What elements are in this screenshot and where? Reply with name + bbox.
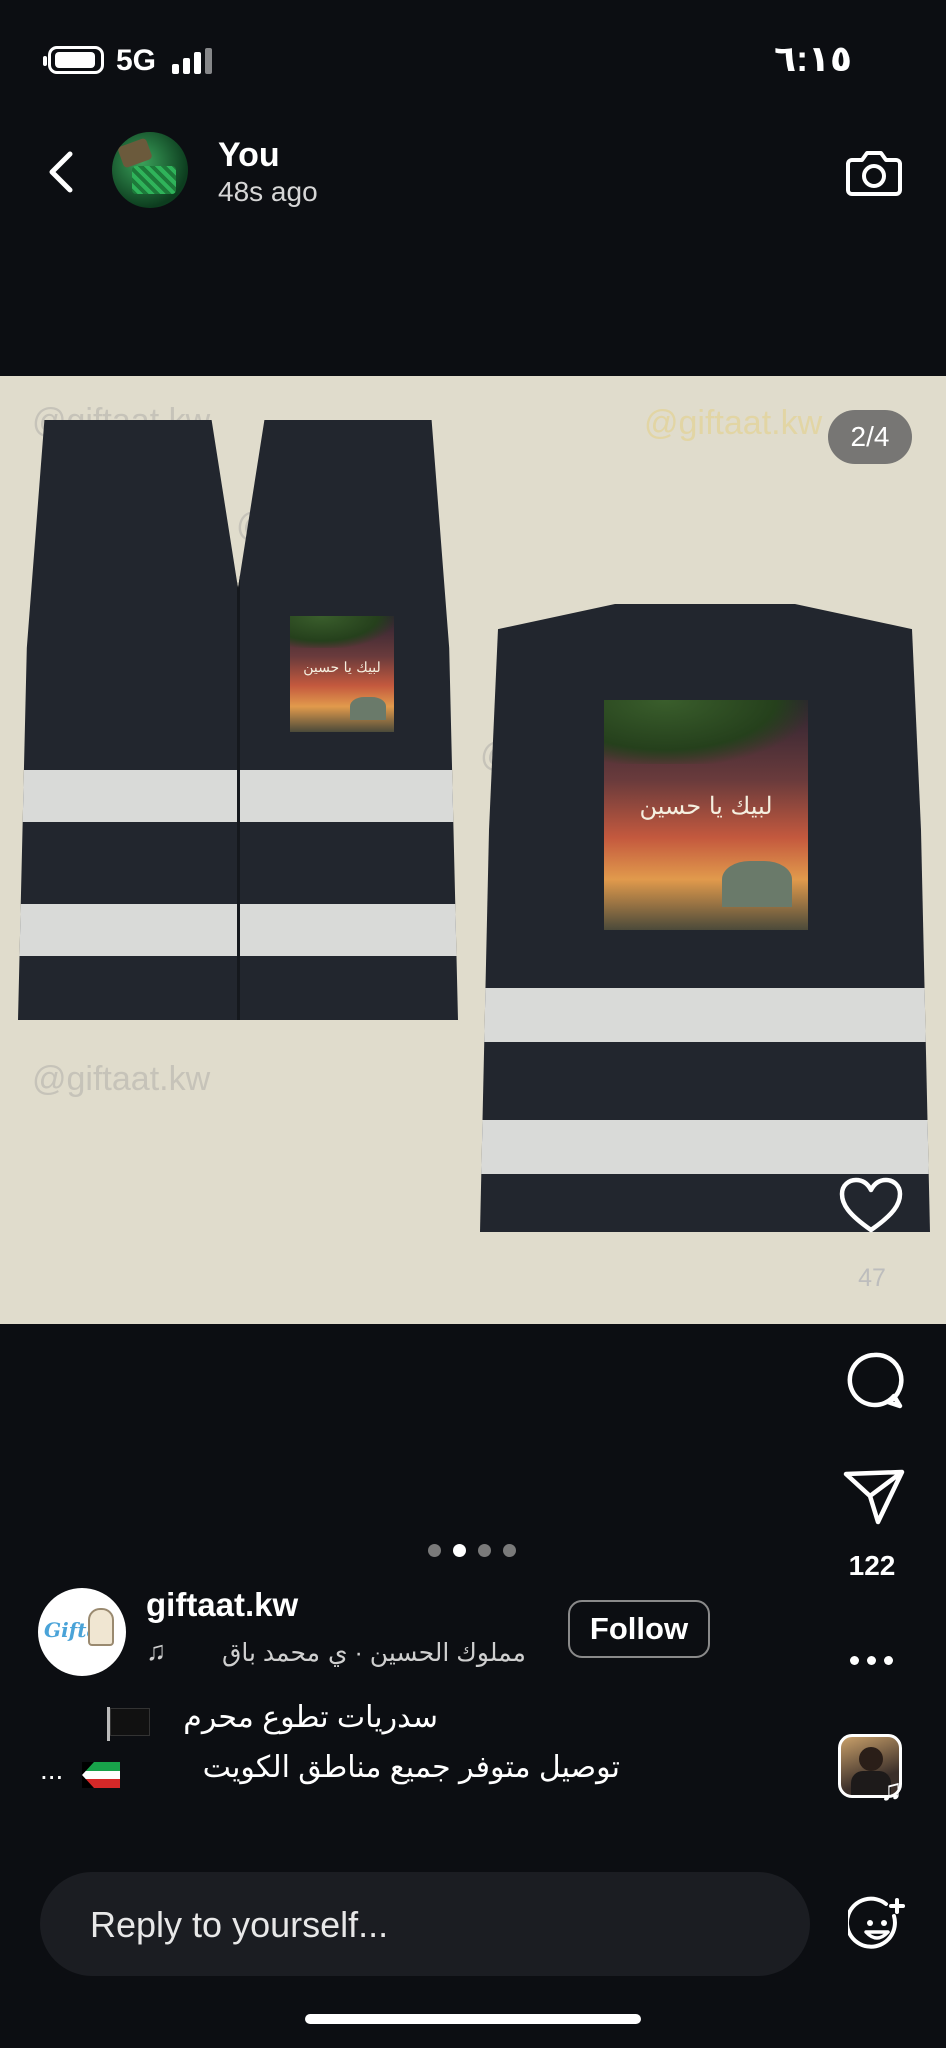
story-user-name[interactable]: You bbox=[218, 136, 280, 175]
add-reaction-icon[interactable] bbox=[848, 1896, 908, 1956]
story-time: 48s ago bbox=[218, 176, 318, 207]
audio-attribution[interactable]: ♫ محمد باق مملوك الحسين · ي bbox=[146, 1636, 546, 1670]
audio-title: مملوك الحسين · ي bbox=[328, 1639, 526, 1667]
page-counter: 2/4 bbox=[828, 410, 912, 464]
story-media[interactable]: @giftaat.kw @giftaat.kw @giftaat.kw @gif… bbox=[0, 376, 946, 1324]
share-count: 122 bbox=[848, 1550, 896, 1581]
music-note-icon: ♫ bbox=[880, 1774, 903, 1807]
follow-button[interactable]: Follow bbox=[568, 1600, 710, 1658]
back-icon[interactable] bbox=[42, 150, 82, 194]
vest-print-small: لبيك يا حسين bbox=[290, 616, 394, 732]
status-bar: 5G ٦:١٥ bbox=[0, 0, 946, 120]
comment-icon[interactable] bbox=[844, 1350, 904, 1410]
like-count: 47 bbox=[858, 1264, 886, 1292]
post-username[interactable]: giftaat.kw bbox=[146, 1586, 298, 1624]
share-icon[interactable] bbox=[842, 1466, 906, 1526]
status-time: ٦:١٥ bbox=[774, 38, 852, 79]
page-indicator bbox=[428, 1544, 518, 1558]
heart-icon[interactable] bbox=[838, 1176, 904, 1236]
caption-line-1: سدريات تطوع محرم bbox=[183, 1701, 438, 1734]
caption-line-2: توصيل متوفر جميع مناطق الكويت bbox=[202, 1751, 620, 1784]
avatar[interactable] bbox=[112, 132, 188, 208]
home-indicator[interactable] bbox=[305, 2014, 641, 2024]
camera-icon[interactable] bbox=[844, 142, 904, 202]
more-options-icon[interactable] bbox=[850, 1656, 894, 1668]
post-avatar[interactable]: Gifta bbox=[38, 1588, 126, 1676]
watermark: @giftaat.kw bbox=[32, 1060, 211, 1098]
reply-input[interactable]: Reply to yourself... bbox=[40, 1872, 810, 1976]
audio-artist: محمد باق bbox=[222, 1639, 321, 1667]
signal-icon bbox=[172, 48, 216, 74]
reply-placeholder: Reply to yourself... bbox=[90, 1904, 389, 1945]
battery-icon bbox=[43, 46, 104, 74]
network-type: 5G bbox=[116, 44, 157, 77]
vest-print-large: لبيك يا حسين bbox=[604, 700, 808, 930]
watermark: @giftaat.kw bbox=[644, 404, 823, 442]
music-icon: ♫ bbox=[146, 1636, 167, 1666]
